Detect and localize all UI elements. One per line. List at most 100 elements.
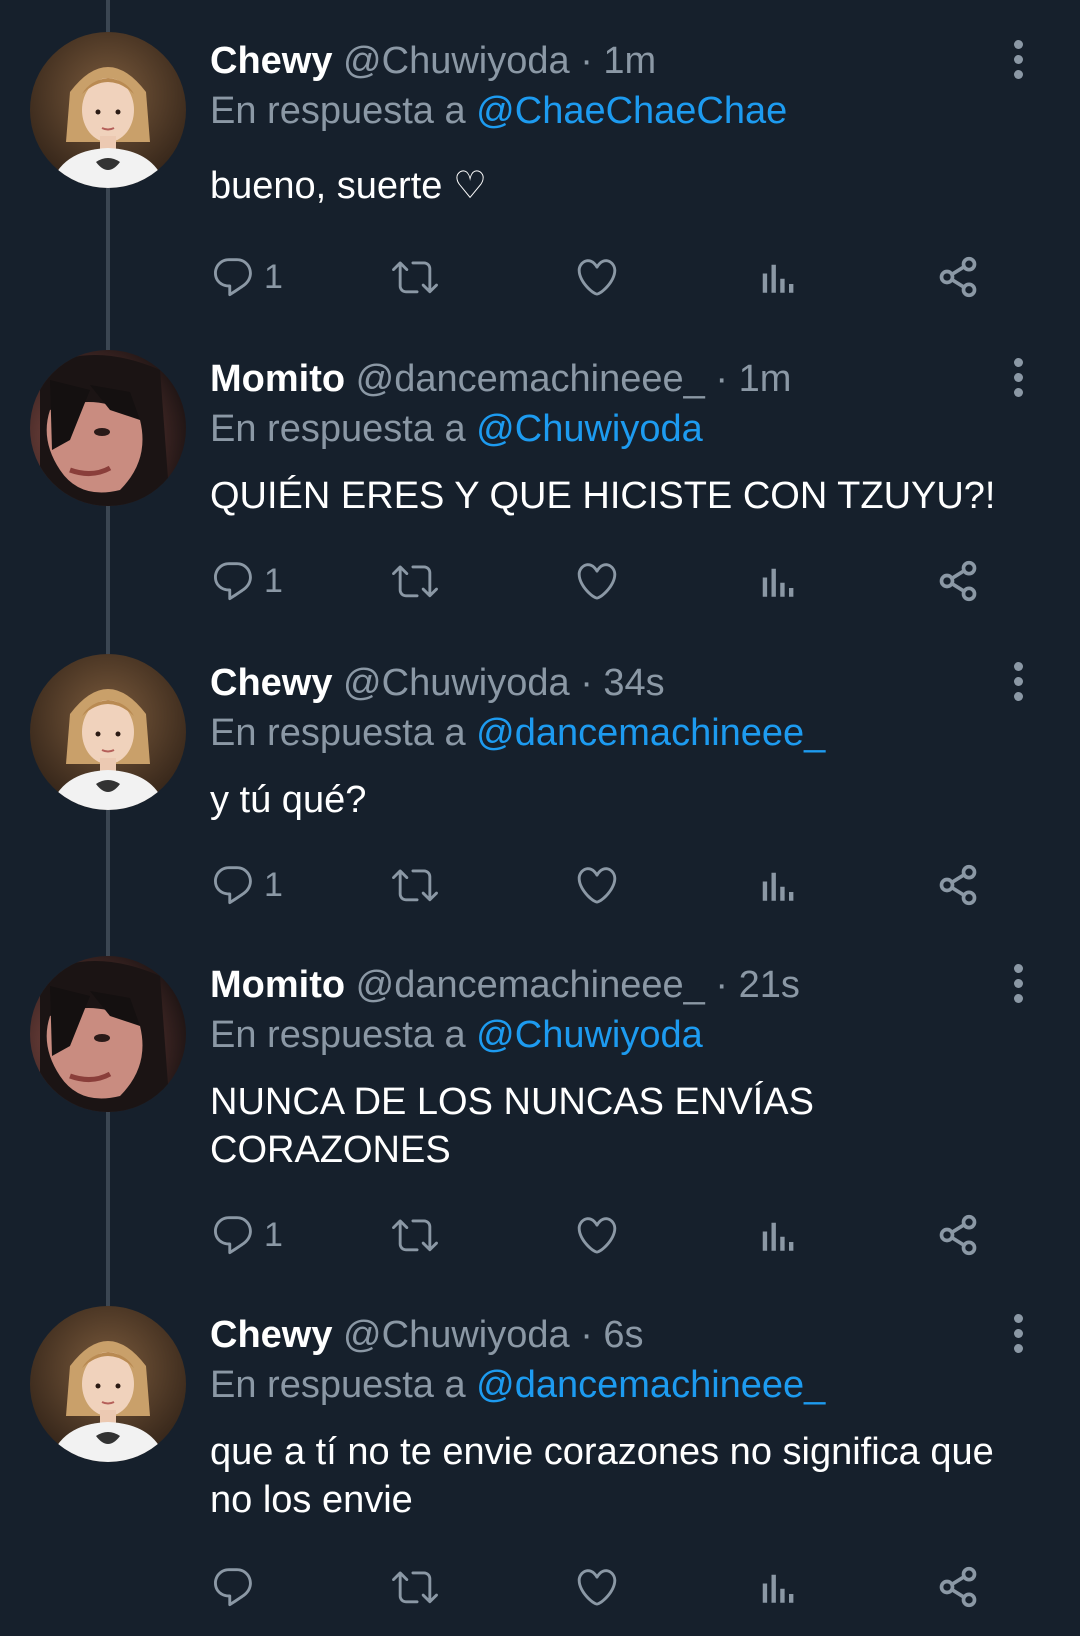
retweet-button[interactable] [392,250,438,304]
separator: · [580,40,593,82]
display-name[interactable]: Chewy [210,40,332,82]
more-options-icon[interactable] [1006,964,1030,1008]
analytics-icon [754,864,796,906]
analytics-icon [754,1214,796,1256]
tweet-header: Momito @dancemachineee_ · 1m [210,356,791,402]
user-handle[interactable]: @Chuwiyoda [343,662,570,704]
share-button[interactable] [936,554,980,608]
reply-icon [210,558,256,604]
like-button[interactable] [574,1208,620,1262]
reply-to-link[interactable]: @ChaeChaeChae [476,90,787,132]
user-handle[interactable]: @Chuwiyoda [343,1314,570,1356]
tweet-header: Momito @dancemachineee_ · 21s [210,962,800,1008]
user-handle[interactable]: @dancemachineee_ [356,964,705,1006]
retweet-icon [392,1212,438,1258]
reply-to-link[interactable]: @dancemachineee_ [476,712,825,754]
analytics-icon [754,256,796,298]
tweet-text: NUNCA DE LOS NUNCAS ENVÍAS CORAZONES [210,1081,814,1171]
display-name[interactable]: Momito [210,964,345,1006]
reply-prefix: En respuesta a [210,408,466,450]
reply-prefix: En respuesta a [210,712,466,754]
like-button[interactable] [574,250,620,304]
separator: · [580,662,593,704]
analytics-button[interactable] [754,554,796,608]
avatar[interactable] [30,956,186,1112]
reply-icon [210,1212,256,1258]
reply-context: En respuesta a @Chuwiyoda [210,1012,703,1058]
action-bar: 1 [210,250,1030,304]
reply-count: 1 [264,561,283,600]
action-bar: 1 [210,858,1030,912]
timestamp[interactable]: 21s [739,964,800,1006]
retweet-button[interactable] [392,1208,438,1262]
reply-button[interactable]: 1 [210,858,283,912]
like-button[interactable] [574,858,620,912]
tweet-text: bueno, suerte ♡ [210,165,488,207]
avatar[interactable] [30,654,186,810]
like-icon [574,254,620,300]
share-icon [936,255,980,299]
retweet-button[interactable] [392,858,438,912]
reply-button[interactable] [210,1560,264,1614]
display-name[interactable]: Chewy [210,662,332,704]
more-options-icon[interactable] [1006,1314,1030,1358]
reply-context: En respuesta a @dancemachineee_ [210,1362,825,1408]
reply-to-link[interactable]: @dancemachineee_ [476,1364,825,1406]
display-name[interactable]: Momito [210,358,345,400]
reply-prefix: En respuesta a [210,1364,466,1406]
user-handle[interactable]: @Chuwiyoda [343,40,570,82]
like-button[interactable] [574,554,620,608]
retweet-icon [392,862,438,908]
like-icon [574,862,620,908]
reply-count: 1 [264,865,283,904]
analytics-button[interactable] [754,250,796,304]
reply-prefix: En respuesta a [210,1014,466,1056]
retweet-button[interactable] [392,1560,438,1614]
reply-context: En respuesta a @Chuwiyoda [210,406,703,452]
tweet-text: y tú qué? [210,779,367,821]
user-handle[interactable]: @dancemachineee_ [356,358,705,400]
timestamp[interactable]: 1m [603,40,656,82]
analytics-icon [754,1566,796,1608]
reply-to-link[interactable]: @Chuwiyoda [476,408,703,450]
share-icon [936,1565,980,1609]
analytics-button[interactable] [754,858,796,912]
reply-button[interactable]: 1 [210,1208,283,1262]
more-options-icon[interactable] [1006,662,1030,706]
tweet-header: Chewy @Chuwiyoda · 6s [210,1312,644,1358]
retweet-icon [392,558,438,604]
analytics-button[interactable] [754,1560,796,1614]
analytics-button[interactable] [754,1208,796,1262]
separator: · [715,964,729,1006]
reply-count: 1 [264,257,283,296]
reply-count: 1 [264,1215,283,1254]
analytics-icon [754,560,796,602]
avatar[interactable] [30,32,186,188]
action-bar: 1 [210,1208,1030,1262]
thread-line [106,0,110,32]
reply-icon [210,1564,256,1610]
timestamp[interactable]: 1m [739,358,792,400]
reply-button[interactable]: 1 [210,554,283,608]
share-button[interactable] [936,250,980,304]
display-name[interactable]: Chewy [210,1314,332,1356]
separator: · [580,1314,593,1356]
share-button[interactable] [936,858,980,912]
avatar[interactable] [30,1306,186,1462]
avatar[interactable] [30,350,186,506]
timestamp[interactable]: 34s [603,662,664,704]
more-options-icon[interactable] [1006,40,1030,84]
share-icon [936,1213,980,1257]
share-button[interactable] [936,1208,980,1262]
share-button[interactable] [936,1560,980,1614]
timestamp[interactable]: 6s [603,1314,643,1356]
tweet-text: QUIÉN ERES Y QUE HICISTE CON TZUYU?! [210,475,996,517]
reply-icon [210,254,256,300]
action-bar [210,1560,1030,1614]
retweet-button[interactable] [392,554,438,608]
more-options-icon[interactable] [1006,358,1030,402]
like-button[interactable] [574,1560,620,1614]
share-icon [936,559,980,603]
reply-button[interactable]: 1 [210,250,283,304]
reply-to-link[interactable]: @Chuwiyoda [476,1014,703,1056]
